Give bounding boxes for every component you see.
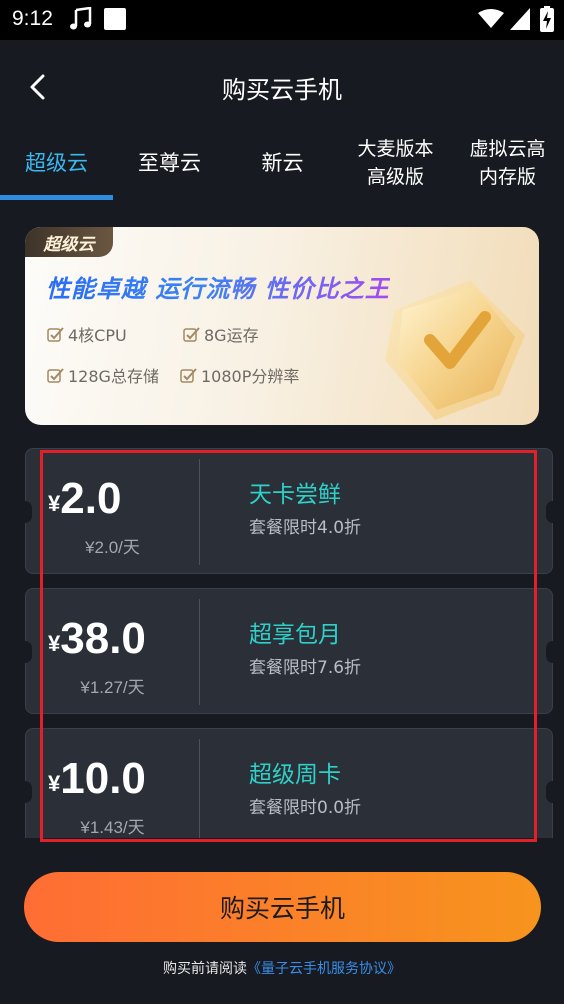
plan-discount: 套餐限时0.0折 (249, 798, 362, 818)
price-value: 10.0 (60, 754, 146, 803)
plan-price: ¥10.0 (48, 754, 198, 804)
agreement-notice: 购买前请阅读《量子云手机服务协议》 (0, 958, 564, 978)
service-agreement-link[interactable]: 《量子云手机服务协议》 (247, 961, 401, 977)
plan-card[interactable]: ¥10.0 ¥1.43/天 超级周卡 套餐限时0.0折 (18, 728, 560, 838)
agreement-prefix: 购买前请阅读 (163, 961, 247, 977)
plan-divider (199, 739, 200, 838)
buy-cloud-phone-button[interactable]: 购买云手机 (24, 872, 541, 942)
plan-list-viewport: ¥10.0 ¥1.43/天 超级周卡 套餐限时0.0折 (0, 0, 564, 838)
plan-name: 超级周卡 (249, 762, 341, 788)
plan-per-day: ¥1.43/天 (80, 818, 145, 837)
currency-symbol: ¥ (48, 771, 61, 796)
